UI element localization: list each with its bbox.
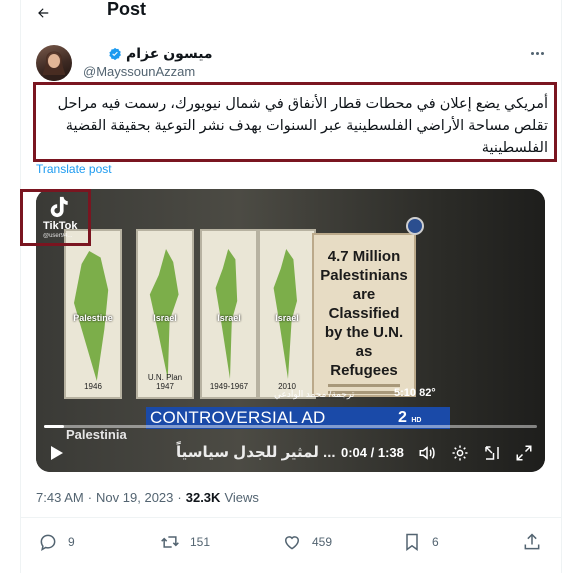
retweet-icon [161,536,179,548]
reply-count: 9 [68,535,75,549]
arrow-left-icon [38,8,49,18]
map-year: U.N. Plan 1947 [147,373,183,391]
share-button[interactable] [522,532,542,552]
back-button[interactable] [20,1,50,25]
reply-icon [40,534,56,551]
video-progress-fill [44,425,64,428]
lower-word: Palestinia [66,427,127,442]
map-panel: Palestine 1946 [64,229,122,399]
play-icon [51,446,63,460]
author-display-name: ميسون عزام [126,45,213,61]
like-count: 459 [312,535,333,549]
verified-badge-icon [109,47,121,60]
globe-icon [406,217,424,235]
play-button[interactable] [48,443,66,463]
share-icon [524,533,540,550]
meta-separator: · [177,490,182,505]
map-year: 1946 [84,382,102,391]
billboard: 4.7 Million Palestinians are Classified … [312,233,416,397]
settings-button[interactable] [450,443,470,463]
more-dot [540,51,544,55]
billboard-text: 4.7 Million Palestinians are Classified … [320,248,408,379]
volume-icon [419,446,435,460]
post-time[interactable]: 7:43 AM [36,490,84,505]
translator-credit: ترجمة/ محمد الوادعي [274,389,355,399]
more-dots-icon [530,51,534,55]
billboard-line [328,384,400,387]
more-dot [535,51,539,55]
reply-button[interactable]: 9 [38,532,75,552]
meta-separator: · [87,490,93,505]
channel-logo [406,217,424,235]
map-label: Israel [153,313,177,323]
volume-button[interactable] [417,443,437,463]
author-name[interactable]: ميسون عزام [108,45,213,62]
post-page: Post ميسون عزام @MayssounAzzam أمريكي يض… [0,0,573,573]
retweet-count: 151 [190,535,211,549]
station-hd: HD [411,417,422,424]
map-label: Israel [275,313,299,323]
divider [20,517,561,518]
video-player[interactable]: Palestine 1946 Israel U.N. Plan 1947 Isr… [36,189,545,472]
fullscreen-button[interactable] [514,443,534,463]
views-count: 32.3K [185,490,221,505]
views-label: Views [224,490,259,505]
time-overlay: 5:10 82° [394,387,436,399]
bookmark-button[interactable]: 6 [402,532,439,552]
minimize-video-button[interactable] [482,443,502,463]
avatar-image [42,51,66,81]
page-title: Post [107,0,147,19]
map-panel: Israel 2010 [258,229,316,399]
map-year: 1949-1967 [209,382,249,391]
column-border-right [561,0,562,573]
post-header: Post [20,0,562,26]
map-label: Palestine [73,313,113,323]
avatar[interactable] [36,45,72,81]
gear-icon [452,445,468,461]
video-timecode: 0:04 / 1:38 [341,445,404,460]
retweet-button[interactable]: 151 [160,532,210,552]
map-panel: Israel 1949-1967 [200,229,258,399]
video-progress-bar[interactable] [44,425,537,428]
map-label: Israel [217,313,241,323]
text-highlight-box [33,82,557,162]
author-handle[interactable]: @MayssounAzzam [83,64,195,79]
current-time: 0:04 [341,445,368,460]
fullscreen-icon [516,445,532,461]
heart-icon [284,536,300,550]
post-meta: 7:43 AM · Nov 19, 2023 · 32.3K Views [36,490,259,505]
map-panel: Israel U.N. Plan 1947 [136,229,194,399]
duration: 1:38 [377,445,404,460]
more-options-button[interactable] [528,46,546,60]
tiktok-highlight-box [20,189,91,246]
video-caption: ... لمثير للجدل سياسياً [176,444,336,461]
like-button[interactable]: 459 [282,532,332,552]
post-date[interactable]: Nov 19, 2023 [96,490,173,505]
picture-in-picture-icon [485,446,499,460]
column-border-left [20,0,21,573]
post-actions: 9 151 459 6 [36,532,546,556]
bookmark-icon [406,533,418,551]
bookmark-count: 6 [432,535,439,549]
translate-link[interactable]: Translate post [36,162,112,176]
station-number: 2 [398,409,407,426]
